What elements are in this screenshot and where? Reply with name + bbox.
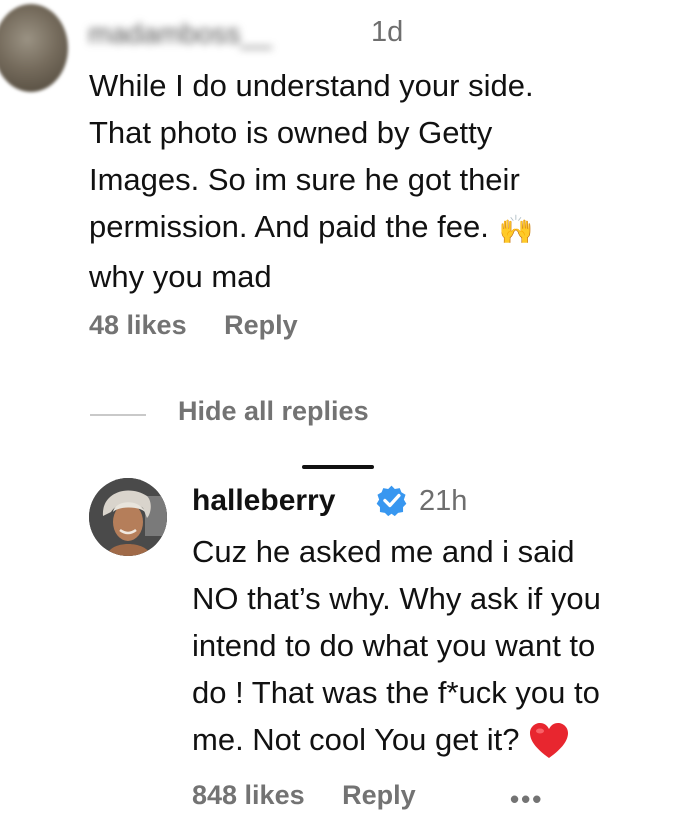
comment-line: why you mad [89,259,272,294]
comment-actions: 848 likes Reply [192,780,446,811]
reply-button[interactable]: Reply [342,780,416,810]
comment-actions: 48 likes Reply [89,310,328,341]
comment-body: Cuz he asked me and i said NO that’s why… [192,528,697,763]
red-heart-icon [530,723,569,758]
comment-timestamp: 1d [371,16,404,48]
comment-line: Images. So im sure he got their [89,162,520,197]
comment-line: That photo is owned by Getty [89,115,493,150]
avatar-portrait-icon [89,478,167,556]
comment-line: While I do understand your side. [89,68,534,103]
comment-line: intend to do what you want to [192,628,596,663]
comment-username[interactable]: halleberry [192,484,335,518]
comment-line-text: me. Not cool You get it? [192,722,520,757]
comment-line: Cuz he asked me and i said [192,534,575,569]
comment-line: NO that’s why. Why ask if you [192,581,601,616]
comment-username-blurred[interactable]: madamboss__ [88,16,358,52]
replies-divider-line [90,414,146,416]
comment-body: While I do understand your side. That ph… [89,62,689,300]
comment-timestamp: 21h [419,485,468,517]
likes-count[interactable]: 48 likes [89,310,187,340]
reply-button[interactable]: Reply [224,310,298,340]
hide-replies-button[interactable]: Hide all replies [178,396,369,427]
raising-hands-icon: 🙌 [498,214,534,245]
comment-line: me. Not cool You get it? [192,716,697,763]
comment-line: do ! That was the f*uck you to [192,675,600,710]
avatar-madamboss[interactable] [0,4,68,92]
comment-line: permission. And paid the fee. 🙌 [89,203,689,253]
separator-bar [302,465,374,469]
more-options-icon[interactable]: ••• [510,784,543,815]
likes-count[interactable]: 848 likes [192,780,305,810]
comment-line-text: permission. And paid the fee. [89,209,489,244]
verified-badge-icon [376,485,407,517]
avatar-halleberry[interactable] [89,478,167,556]
